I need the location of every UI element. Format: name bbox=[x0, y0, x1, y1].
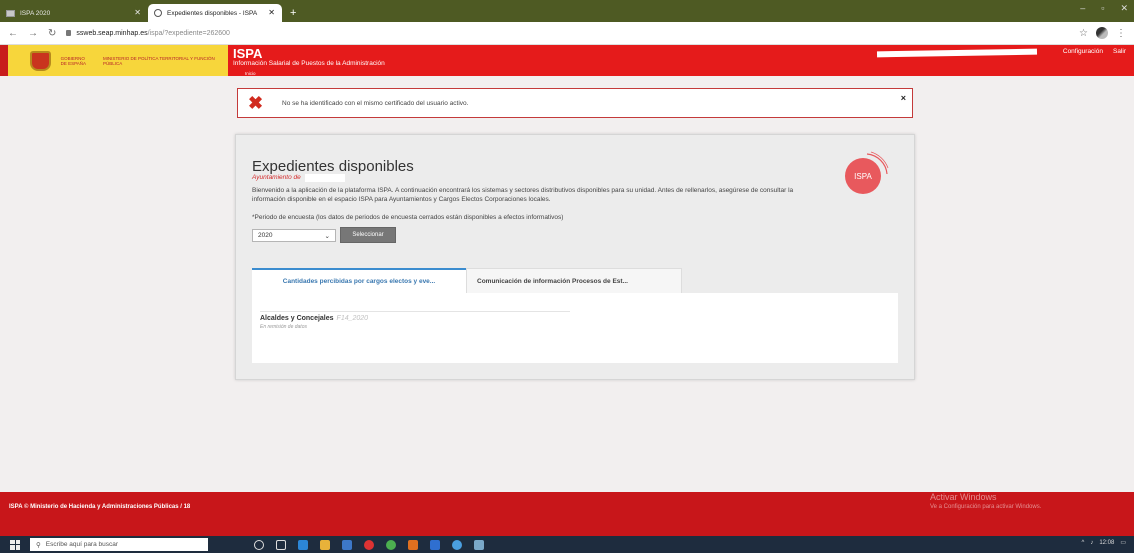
tray-chevron-icon[interactable]: ^ bbox=[1081, 540, 1084, 546]
browser-tab-ispa-2020[interactable]: ISPA 2020 ✕ bbox=[0, 4, 148, 22]
app-icon-cloud[interactable] bbox=[452, 539, 462, 550]
app-icon-active[interactable] bbox=[474, 539, 484, 550]
app-icon-blue[interactable] bbox=[430, 539, 440, 550]
period-label: *Periodo de encuesta (los datos de perio… bbox=[252, 214, 564, 221]
store-icon[interactable] bbox=[342, 539, 352, 550]
list-item[interactable]: Alcaldes y Concejales F14_2020 bbox=[260, 315, 368, 322]
select-button[interactable]: Seleccionar bbox=[340, 227, 396, 243]
close-tab-icon[interactable]: ✕ bbox=[134, 8, 141, 17]
redacted-organization bbox=[305, 174, 345, 182]
ispa-logo-icon: ISPA bbox=[845, 151, 889, 194]
intro-text: Bienvenido a la aplicación de la platafo… bbox=[252, 187, 794, 203]
breadcrumb-inicio[interactable]: Inicio bbox=[245, 71, 256, 76]
logout-link[interactable]: Salir bbox=[1113, 48, 1126, 55]
taskbar-search[interactable]: ⚲ Escribe aquí para buscar bbox=[30, 538, 208, 551]
browser-tab-title: ISPA 2020 bbox=[20, 9, 51, 17]
app-icon-red[interactable] bbox=[364, 539, 374, 550]
globe-icon bbox=[154, 9, 162, 17]
new-tab-button[interactable]: + bbox=[290, 7, 296, 19]
task-view-icon[interactable] bbox=[276, 539, 286, 550]
back-arrow-icon[interactable]: ← bbox=[8, 28, 18, 39]
footer-text: ISPA © Ministerio de Hacienda y Administ… bbox=[9, 504, 191, 510]
site-subtitle: Información Salarial de Puestos de la Ad… bbox=[233, 60, 385, 67]
minimize-button[interactable]: – bbox=[1080, 3, 1085, 14]
profile-avatar-icon[interactable] bbox=[1096, 27, 1108, 39]
notifications-icon[interactable]: ▭ bbox=[1120, 539, 1126, 546]
taskbar-apps bbox=[254, 539, 484, 550]
year-select[interactable]: 2020 ⌄ bbox=[252, 229, 336, 242]
organization-label: Ayuntamiento de bbox=[252, 174, 301, 181]
reload-icon[interactable]: ↻ bbox=[48, 28, 56, 39]
url-path: /ispa/?expediente=262600 bbox=[147, 29, 230, 37]
activation-subtitle: Ve a Configuración para activar Windows. bbox=[930, 504, 1042, 510]
alert-close-button[interactable]: × bbox=[901, 93, 906, 103]
coat-of-arms-icon bbox=[29, 50, 51, 71]
window-controls: – ▫ ✕ bbox=[1080, 3, 1128, 14]
tab-panel: Alcaldes y Concejales F14_2020 En remisió… bbox=[252, 293, 898, 363]
error-alert: ✖ No se ha identificado con el mismo cer… bbox=[237, 88, 913, 118]
menu-dots-icon[interactable]: ⋮ bbox=[1116, 28, 1126, 39]
government-logo[interactable]: GOBIERNO DE ESPAÑA MINISTERIO DE POLÍTIC… bbox=[0, 45, 228, 76]
toolbar-right: ☆ ⋮ bbox=[1079, 27, 1126, 39]
chevron-down-icon: ⌄ bbox=[324, 232, 330, 240]
lock-icon bbox=[66, 30, 72, 36]
file-explorer-icon[interactable] bbox=[320, 539, 330, 550]
tab-comunicacion-informacion[interactable]: Comunicación de información Procesos de … bbox=[466, 268, 682, 293]
cortana-icon[interactable] bbox=[254, 539, 264, 550]
item-title[interactable]: Alcaldes y Concejales bbox=[260, 315, 334, 322]
windows-taskbar: ⚲ Escribe aquí para buscar ^ ♪ 12:08 ▭ bbox=[0, 536, 1134, 553]
system-tray: ^ ♪ 12:08 ▭ bbox=[1081, 539, 1126, 547]
close-tab-icon[interactable]: ✕ bbox=[268, 8, 275, 17]
gobierno-label: GOBIERNO DE ESPAÑA bbox=[60, 55, 87, 66]
site-header: GOBIERNO DE ESPAÑA MINISTERIO DE POLÍTIC… bbox=[0, 45, 1134, 76]
forward-arrow-icon[interactable]: → bbox=[28, 28, 38, 39]
bookmark-star-icon[interactable]: ☆ bbox=[1079, 28, 1088, 39]
chrome-icon[interactable] bbox=[386, 539, 396, 550]
ispa-logo-text: ISPA bbox=[854, 172, 872, 181]
tab-cantidades-percibidas[interactable]: Cantidades percibidas por cargos electos… bbox=[252, 268, 466, 293]
browser-tab-title: Expedientes disponibles - ISPA bbox=[167, 9, 258, 17]
divider bbox=[260, 311, 570, 312]
windows-start-icon[interactable] bbox=[10, 539, 20, 550]
search-icon: ⚲ bbox=[36, 541, 41, 549]
windows-activation-watermark: Activar Windows Ve a Configuración para … bbox=[930, 492, 1041, 510]
browser-tab-expedientes[interactable]: Expedientes disponibles - ISPA ✕ bbox=[148, 4, 282, 22]
item-status: En remisión de datos bbox=[260, 324, 307, 330]
app-icon-orange[interactable] bbox=[408, 539, 418, 550]
browser-tab-bar: ISPA 2020 ✕ Expedientes disponibles - IS… bbox=[0, 0, 1134, 22]
maximize-button[interactable]: ▫ bbox=[1101, 3, 1104, 14]
error-message: No se ha identificado con el mismo certi… bbox=[282, 99, 469, 107]
year-select-value: 2020 bbox=[258, 232, 273, 239]
eu-flag-icon bbox=[0, 45, 8, 76]
redacted-user bbox=[876, 48, 1038, 58]
edge-icon[interactable] bbox=[298, 539, 308, 550]
page-favicon-icon bbox=[6, 9, 15, 17]
close-window-button[interactable]: ✕ bbox=[1120, 3, 1128, 14]
url-host: ssweb.seap.minhap.es bbox=[76, 29, 148, 37]
page-title: Expedientes disponibles bbox=[252, 158, 414, 175]
volume-icon[interactable]: ♪ bbox=[1090, 540, 1093, 546]
clock[interactable]: 12:08 bbox=[1099, 540, 1114, 546]
main-card: Expedientes disponibles Ayuntamiento de … bbox=[235, 134, 915, 380]
config-link[interactable]: Configuración bbox=[1063, 48, 1103, 55]
search-placeholder: Escribe aquí para buscar bbox=[45, 541, 119, 548]
item-code: F14_2020 bbox=[336, 315, 369, 322]
header-links: Configuración Salir bbox=[1063, 48, 1126, 55]
error-x-icon: ✖ bbox=[248, 92, 264, 113]
url-field[interactable]: ssweb.seap.minhap.es/ispa/?expediente=26… bbox=[66, 30, 230, 37]
ministerio-label: MINISTERIO DE POLÍTICA TERRITORIAL Y FUN… bbox=[102, 55, 215, 66]
site-title[interactable]: ISPA bbox=[233, 46, 262, 61]
activation-title: Activar Windows bbox=[930, 492, 997, 502]
content-tabs: Cantidades percibidas por cargos electos… bbox=[252, 268, 682, 293]
address-bar: ← → ↻ ssweb.seap.minhap.es/ispa/?expedie… bbox=[0, 22, 1134, 45]
